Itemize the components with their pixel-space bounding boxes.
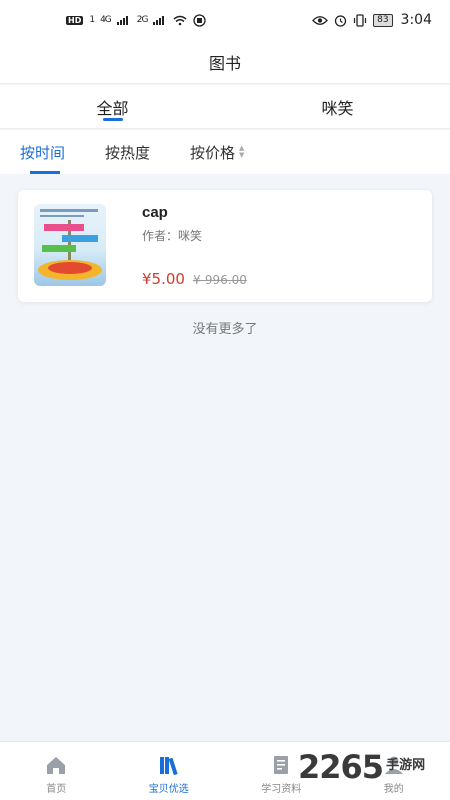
tab-mixiao[interactable]: 咪笑 bbox=[225, 85, 450, 128]
home-icon bbox=[47, 757, 66, 774]
active-sort-indicator bbox=[30, 171, 60, 174]
nav-home[interactable]: 首页 bbox=[0, 742, 113, 800]
nav-featured-label: 宝贝优选 bbox=[148, 784, 189, 795]
sort-by-price[interactable]: 按价格 ▲ ▼ bbox=[190, 130, 244, 174]
book-info: cap 作者：咪笑 ¥5.00 ¥-996.00 bbox=[142, 204, 416, 288]
book-card[interactable]: cap 作者：咪笑 ¥5.00 ¥-996.00 bbox=[18, 190, 432, 302]
battery-indicator: 83 bbox=[373, 13, 393, 27]
site-watermark: 2265 手游网 bbox=[298, 748, 425, 786]
sort-arrows-icon: ▲ ▼ bbox=[239, 144, 245, 159]
app-notification-icon bbox=[193, 13, 207, 27]
books-icon bbox=[159, 757, 178, 776]
watermark-text: 手游网 bbox=[386, 757, 426, 773]
vibrate-icon bbox=[353, 13, 367, 27]
list-end-text: 没有更多了 bbox=[192, 322, 258, 337]
sort-bar: 按时间 按热度 按价格 ▲ ▼ bbox=[0, 130, 450, 174]
sort-by-popularity-label: 按热度 bbox=[105, 143, 151, 162]
book-cover-image bbox=[34, 204, 106, 286]
nav-home-label: 首页 bbox=[46, 784, 67, 795]
wifi-icon bbox=[174, 15, 187, 25]
tab-all-label: 全部 bbox=[96, 98, 129, 118]
book-original-price: ¥-996.00 bbox=[192, 273, 247, 287]
status-bar: HD 1 4G 2G 83 3:04 bbox=[0, 0, 450, 40]
status-right: 83 3:04 bbox=[312, 12, 432, 28]
nav-featured[interactable]: 宝贝优选 bbox=[113, 742, 226, 800]
status-left: HD 1 4G 2G bbox=[66, 13, 207, 27]
network-type-2: 2G bbox=[136, 15, 149, 25]
clock: 3:04 bbox=[400, 12, 432, 28]
category-tabs: 全部 咪笑 bbox=[0, 85, 450, 129]
watermark-number: 2265 bbox=[298, 748, 384, 786]
book-title: cap bbox=[142, 204, 168, 221]
hd-badge: HD bbox=[66, 15, 84, 25]
network-type-1: 4G bbox=[100, 15, 112, 25]
sort-by-time[interactable]: 按时间 bbox=[20, 130, 65, 174]
signal-icon-2 bbox=[153, 16, 165, 25]
page-title-bar: 图书 bbox=[0, 40, 450, 84]
sort-by-time-label: 按时间 bbox=[20, 143, 66, 162]
nav-study-materials-label: 学习资料 bbox=[261, 784, 302, 795]
alarm-icon bbox=[334, 14, 347, 27]
book-price: ¥5.00 bbox=[142, 270, 185, 288]
sort-by-price-label: 按价格 bbox=[190, 143, 236, 162]
sort-by-popularity[interactable]: 按热度 bbox=[105, 130, 150, 174]
signal-icon bbox=[116, 16, 128, 25]
book-prices: ¥5.00 ¥-996.00 bbox=[142, 270, 247, 288]
document-icon bbox=[274, 756, 289, 774]
page-title: 图书 bbox=[208, 53, 241, 73]
tab-mixiao-label: 咪笑 bbox=[321, 98, 354, 118]
tab-all[interactable]: 全部 bbox=[0, 85, 225, 128]
sim-indicator: 1 bbox=[89, 15, 95, 25]
eye-icon bbox=[312, 15, 328, 25]
book-author: 作者：咪笑 bbox=[142, 229, 203, 243]
active-tab-indicator bbox=[102, 118, 123, 121]
